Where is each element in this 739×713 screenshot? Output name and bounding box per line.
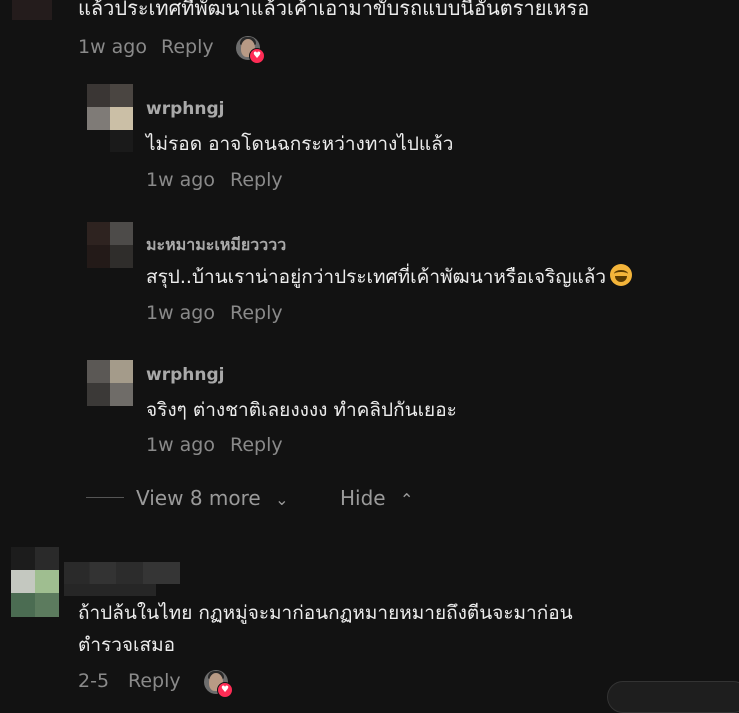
reply-1-avatar-shadow — [110, 130, 133, 152]
bottom-comment-reply-button[interactable]: Reply — [128, 670, 181, 692]
bottom-comment-text-line2: ตำรวจเสมอ — [78, 634, 176, 656]
bottom-avatar[interactable] — [11, 547, 59, 617]
comment-input-pill[interactable] — [607, 681, 739, 713]
top-avatar-fragment — [12, 0, 52, 20]
chevron-up-icon: ⌃ — [399, 490, 414, 509]
reply-1-username[interactable]: wrphngj — [146, 99, 224, 119]
hide-replies-button[interactable]: Hide ⌃ — [340, 486, 413, 510]
avatar-pixel — [11, 547, 35, 570]
reply-1-text: ไม่รอด อาจโดนฉกระหว่างทางไปแล้ว — [146, 133, 454, 155]
reply-1-avatar[interactable] — [87, 84, 133, 130]
avatar-pixel — [35, 593, 59, 617]
creator-liked-avatar: ♥ — [236, 36, 265, 64]
top-comment-reply-button[interactable]: Reply — [161, 36, 214, 58]
avatar-pixel — [11, 593, 35, 617]
bottom-comment-text-line1: ถ้าปล้นในไทย กฏหมู่จะมาก่อนกฏหมายหมายถึง… — [78, 602, 573, 624]
avatar-pixel — [11, 570, 35, 593]
reply-2-username[interactable]: มะหมามะเหมียวววว — [146, 233, 286, 258]
bottom-username-redacted-2 — [64, 584, 156, 596]
top-comment-text: แล้วประเทศที่พัฒนาแล้วเค้าเอามาขับรถแบบน… — [78, 0, 590, 20]
reply-3-avatar[interactable] — [87, 360, 133, 406]
avatar-pixel — [35, 570, 59, 593]
laughing-tears-emoji-icon — [610, 264, 633, 286]
reply-2-time: 1w ago — [146, 302, 215, 324]
reply-1-reply-button[interactable]: Reply — [230, 169, 283, 191]
reply-2-avatar[interactable] — [87, 222, 133, 268]
reply-3-text: จริงๆ ต่างชาติเลยงงงง ทำคลิปกันเยอะ — [146, 399, 457, 421]
top-comment-time: 1w ago — [78, 36, 147, 58]
creator-liked-avatar-2: ♥ — [204, 670, 233, 698]
view-more-label: View 8 more — [136, 486, 261, 510]
reply-2-text: สรุป..บ้านเราน่าอยู่กว่าประเทศที่เค้าพัฒ… — [146, 266, 607, 288]
reply-2-text-row: สรุป..บ้านเราน่าอยู่กว่าประเทศที่เค้าพัฒ… — [146, 262, 633, 292]
bottom-comment-time: 2-5 — [78, 670, 110, 692]
heart-icon: ♥ — [249, 48, 265, 64]
chevron-down-icon: ⌄ — [275, 490, 289, 509]
avatar-pixel — [35, 547, 59, 570]
heart-icon: ♥ — [217, 682, 233, 698]
reply-2-reply-button[interactable]: Reply — [230, 302, 283, 324]
view-more-replies-button[interactable]: View 8 more ⌄ — [136, 486, 288, 510]
reply-3-username[interactable]: wrphngj — [146, 365, 224, 385]
reply-3-reply-button[interactable]: Reply — [230, 434, 283, 456]
hide-label: Hide — [340, 486, 386, 510]
thread-divider-line — [86, 497, 124, 498]
reply-3-time: 1w ago — [146, 434, 215, 456]
reply-1-time: 1w ago — [146, 169, 215, 191]
bottom-username-redacted — [64, 562, 180, 584]
